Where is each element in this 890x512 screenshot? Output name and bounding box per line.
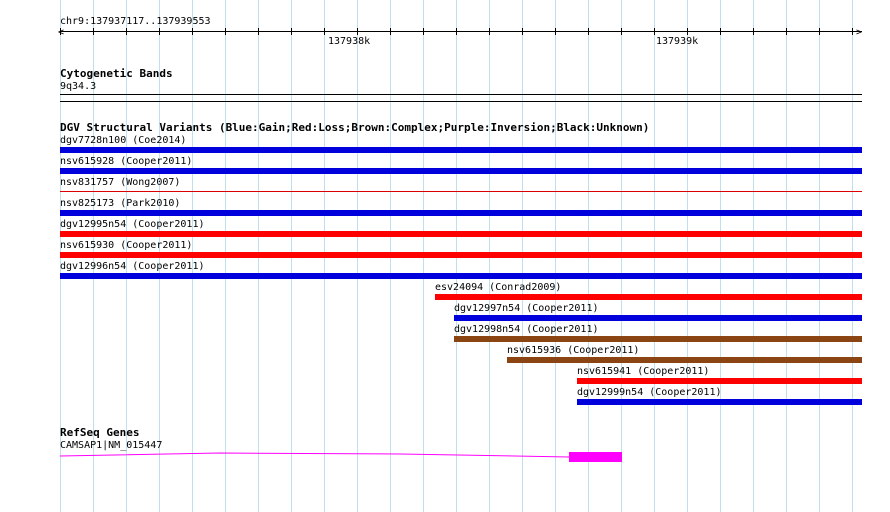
dgv-track-title: DGV Structural Variants (Blue:Gain;Red:L… [60,121,650,134]
variant-bar[interactable] [577,378,862,384]
refseq-track-title: RefSeq Genes [60,426,140,439]
region-label: chr9:137937117..137939553 [60,16,211,27]
ruler-tick [753,28,754,35]
gene-intron-line [59,452,570,458]
variant-label: nsv615941 (Cooper2011) [577,366,710,377]
ruler-tick [522,28,523,35]
ruler-tick [93,28,94,35]
variant-bar[interactable] [60,191,862,192]
variant-label: dgv12998n54 (Cooper2011) [454,324,599,335]
ruler-tick-label-1: 137938k [328,36,371,47]
cytoband-track-title: Cytogenetic Bands [60,67,173,80]
variant-label: nsv615928 (Cooper2011) [60,156,193,167]
gene-exon-block [569,452,622,462]
variant-label: nsv615930 (Cooper2011) [60,240,193,251]
cytoband-bottom-line[interactable] [60,101,862,102]
variant-label: dgv12999n54 (Cooper2011) [577,387,722,398]
ruler-tick [324,28,325,35]
ruler-tick [390,28,391,35]
variant-bar[interactable] [577,399,862,405]
ruler-tick [423,28,424,35]
refseq-gene-model[interactable] [0,448,890,468]
ruler-tick [654,28,655,35]
variant-bar[interactable] [60,168,862,174]
variant-label: nsv615936 (Cooper2011) [507,345,640,356]
ruler-tick [126,28,127,35]
ruler-tick [588,28,589,35]
ruler-tick [621,28,622,35]
variant-bar[interactable] [454,336,862,342]
ruler-tick [159,28,160,35]
ruler-tick [555,28,556,35]
ruler-right-arrow: > [856,27,863,38]
cytoband-top-line[interactable] [60,94,862,95]
variant-label: dgv7728n100 (Coe2014) [60,135,187,146]
variant-bar[interactable] [60,147,862,153]
variant-label: nsv825173 (Park2010) [60,198,181,209]
variant-bar[interactable] [507,357,862,363]
ruler-tick [225,28,226,35]
ruler-tick [852,28,853,35]
variant-bar[interactable] [60,210,862,216]
cytoband-label: 9q34.3 [60,81,97,92]
genome-browser: chr9:137937117..137939553 < > 137938k 13… [0,0,890,512]
ruler-tick [291,28,292,35]
ruler-tick-label-2: 137939k [656,36,699,47]
ruler-tick [786,28,787,35]
ruler-tick [489,28,490,35]
ruler-tick [819,28,820,35]
variant-label: dgv12997n54 (Cooper2011) [454,303,599,314]
variant-bar[interactable] [60,273,862,279]
ruler-tick [456,28,457,35]
ruler-tick [258,28,259,35]
variant-bar[interactable] [60,252,862,258]
ruler-tick [687,28,688,35]
variant-bar[interactable] [454,315,862,321]
variant-bar[interactable] [435,294,862,300]
variant-label: dgv12995n54 (Cooper2011) [60,219,205,230]
variant-label: esv24094 (Conrad2009) [435,282,562,293]
variant-label: nsv831757 (Wong2007) [60,177,181,188]
ruler-left-arrow: < [58,27,65,38]
ruler-tick [192,28,193,35]
ruler-axis [60,31,862,32]
ruler-tick [60,28,61,35]
ruler-tick [357,28,358,35]
ruler-tick [720,28,721,35]
variant-label: dgv12996n54 (Cooper2011) [60,261,205,272]
variant-bar[interactable] [60,231,862,237]
